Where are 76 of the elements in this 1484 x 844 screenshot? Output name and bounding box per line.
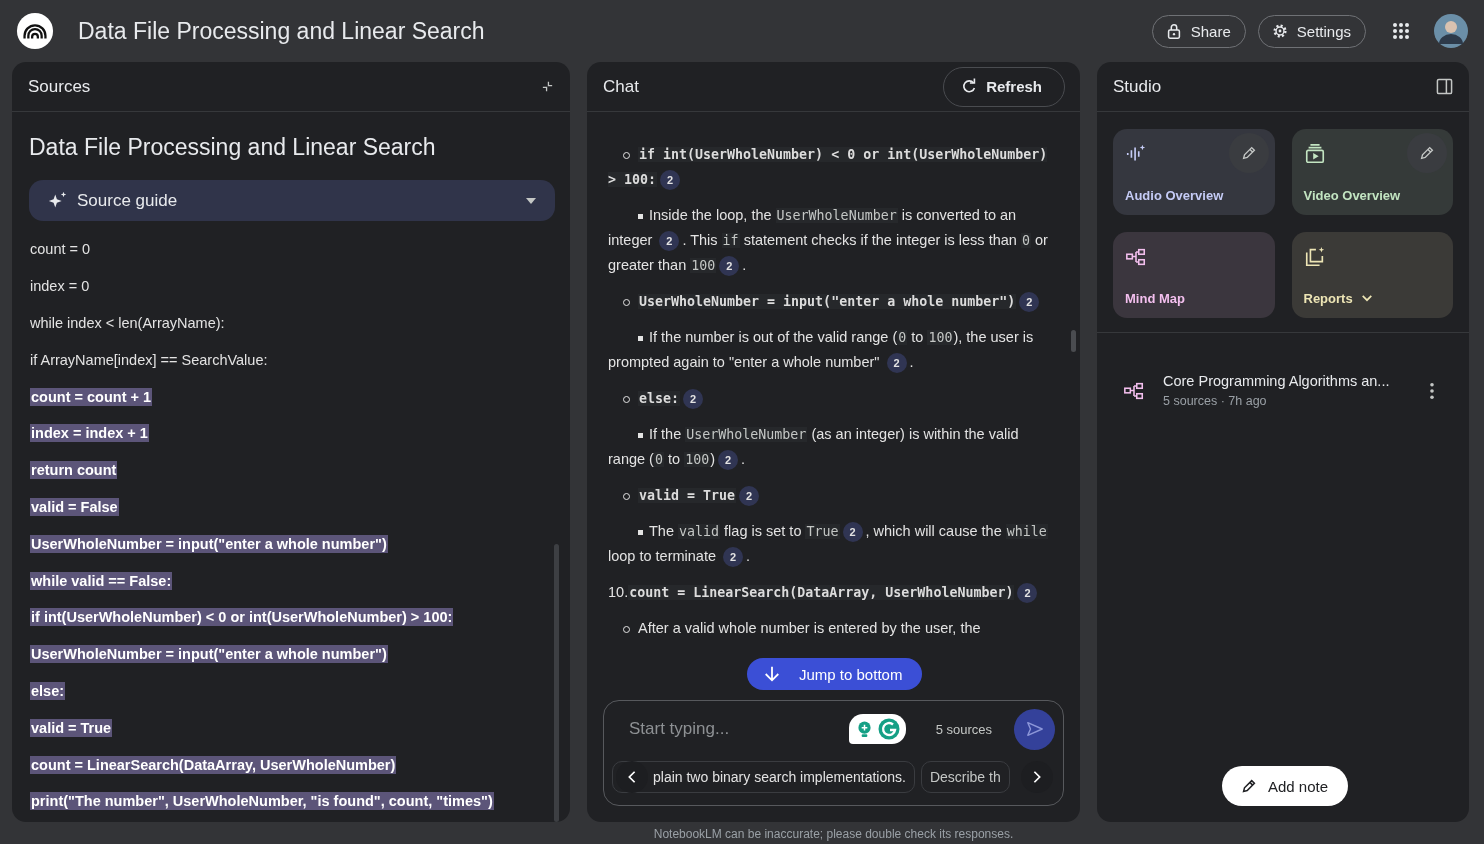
chevron-right-icon xyxy=(1032,770,1042,784)
square-bullet-icon xyxy=(638,432,643,438)
square-bullet-icon xyxy=(638,529,643,535)
edit-button[interactable] xyxy=(1407,133,1447,173)
source-line: if ArrayName[index] == SearchValue: xyxy=(30,351,268,368)
send-icon xyxy=(1025,720,1044,738)
down-arrow-icon xyxy=(763,665,781,683)
disclaimer: NotebookLM can be inaccurate; please double check its responses. xyxy=(652,826,1015,841)
studio-card[interactable]: Mind Map xyxy=(1113,232,1275,318)
source-line: count = 0 xyxy=(30,241,91,258)
chevron-left-icon xyxy=(627,770,637,784)
card-label: Mind Map xyxy=(1125,291,1185,306)
panel-title: Studio xyxy=(1113,76,1162,97)
source-title: Data File Processing and Linear Search xyxy=(29,134,437,161)
chat-paragraph: The valid flag is set to True 2 , which will cause the while loop to terminate 2 . xyxy=(608,519,1050,569)
jump-to-bottom-button[interactable]: Jump to bottom xyxy=(747,658,923,690)
settings-icon xyxy=(1270,22,1289,40)
citation-button[interactable]: 2 xyxy=(1019,292,1040,313)
avatar-icon[interactable] xyxy=(1434,14,1468,48)
circle-arc-icon xyxy=(877,718,900,740)
chevron-down-icon xyxy=(1360,294,1373,303)
pencil-icon xyxy=(1418,144,1436,162)
citation-button[interactable]: 2 xyxy=(683,389,704,410)
citation-button[interactable]: 2 xyxy=(719,256,740,277)
card-label: Video Overview xyxy=(1303,188,1401,203)
citation-button[interactable]: 2 xyxy=(723,547,744,568)
send-button[interactable] xyxy=(1014,708,1055,750)
chat-paragraph: After a valid whole number is entered by the user, the xyxy=(608,616,1050,641)
dropdown-caret-icon xyxy=(525,196,537,205)
scroll-left-button[interactable] xyxy=(616,761,648,793)
square-bullet-icon xyxy=(638,213,643,219)
scrollbar[interactable] xyxy=(554,544,559,822)
more-icon[interactable] xyxy=(1429,381,1435,400)
citation-button[interactable]: 2 xyxy=(842,522,863,543)
citation-button[interactable]: 2 xyxy=(660,170,681,191)
scrollbar[interactable] xyxy=(1071,330,1076,352)
suggestion-chip[interactable]: Describe th xyxy=(920,761,1010,793)
studio-card[interactable]: Audio Overview xyxy=(1113,129,1275,215)
source-line: index = 0 xyxy=(30,278,90,295)
citation-button[interactable]: 2 xyxy=(718,450,738,471)
card-label: Audio Overview xyxy=(1125,188,1224,203)
source-count: 5 sources xyxy=(935,721,992,737)
chat-input-field[interactable]: Start typing... xyxy=(627,718,839,740)
note-item[interactable]: Core Programming Algorithms an... 5 sources · 7h ago xyxy=(1097,373,1469,408)
logo-icon[interactable] xyxy=(16,12,54,50)
square-bullet-icon xyxy=(638,335,643,341)
pencil-icon xyxy=(1240,777,1258,795)
chat-paragraph: else: 2 xyxy=(608,386,1050,411)
video-stack-icon xyxy=(1303,143,1326,165)
studio-card[interactable]: Reports xyxy=(1291,232,1453,318)
edit-button[interactable] xyxy=(1228,133,1269,173)
notebook-title: Data File Processing and Linear Search xyxy=(78,17,485,45)
source-line: while index < len(ArrayName): xyxy=(30,315,225,331)
add-note-button[interactable]: Add note xyxy=(1222,766,1349,806)
studio-card[interactable]: Video Overview xyxy=(1291,129,1453,215)
chat-paragraph: If the number is out of the valid range (0 to 100), the user is prompted again to "enter a whole number" 2 . xyxy=(608,325,1050,375)
chat-paragraph: valid = True 2 xyxy=(608,483,1050,508)
citation-button[interactable]: 2 xyxy=(886,353,907,374)
citation-button[interactable]: 2 xyxy=(739,486,760,507)
mind-map-icon xyxy=(1125,246,1147,268)
panel-title: Sources xyxy=(28,76,91,97)
citation-button[interactable]: 2 xyxy=(659,231,680,252)
documents-sparkle-icon xyxy=(1303,246,1326,268)
side-panel-icon[interactable] xyxy=(1436,78,1453,95)
note-meta: 5 sources · 7h ago xyxy=(1163,394,1268,408)
extension-badge[interactable] xyxy=(848,714,906,744)
apps-grid-icon[interactable] xyxy=(1392,22,1410,40)
chat-paragraph: If the UserWholeNumber (as an integer) is within the valid range (0 to 100) 2 . xyxy=(608,422,1050,472)
source-guide-bar[interactable]: Source guide xyxy=(29,180,555,221)
panel-title: Chat xyxy=(603,76,639,97)
note-title: Core Programming Algorithms an... xyxy=(1163,373,1391,389)
chat-paragraph: Inside the loop, the UserWholeNumber is converted to an integer 2 . This if statement checks if the integer is less than 0 or greater than 100 2 . xyxy=(608,203,1050,278)
card-label: Reports xyxy=(1303,291,1353,306)
collapse-icon[interactable] xyxy=(541,80,554,93)
citation-button[interactable]: 2 xyxy=(1017,583,1038,604)
lightbulb-icon xyxy=(856,719,872,739)
